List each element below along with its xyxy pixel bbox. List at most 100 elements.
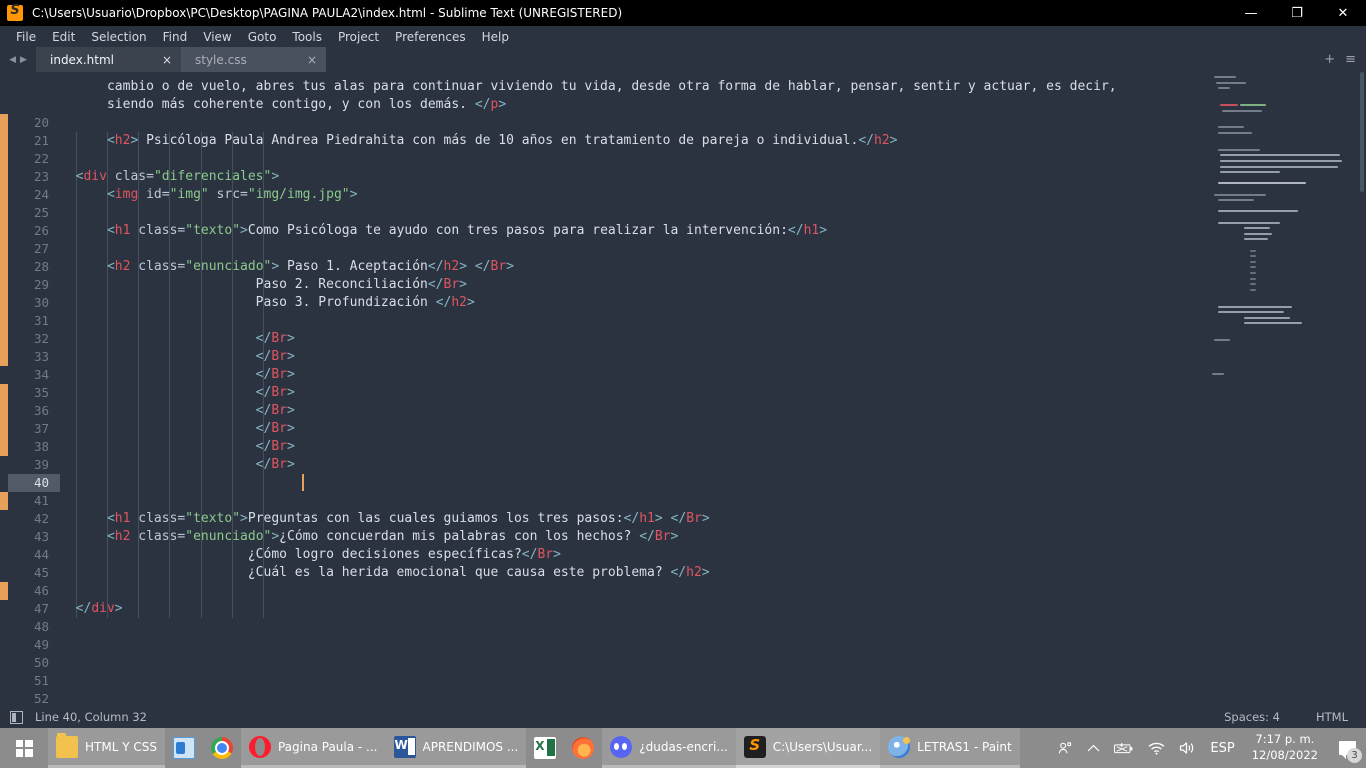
- code-line[interactable]: <h1 class="texto">Como Psicóloga te ayud…: [60, 222, 1210, 240]
- code-line[interactable]: [60, 672, 1210, 690]
- menu-item-view[interactable]: View: [195, 28, 239, 46]
- taskbar-item-folder[interactable]: HTML Y CSS: [48, 728, 165, 768]
- token-brk: </: [787, 223, 804, 238]
- code-line[interactable]: </div>: [60, 600, 1210, 618]
- code-line[interactable]: <h2 class="enunciado">¿Cómo concuerdan m…: [60, 528, 1210, 546]
- show-hidden-icons-chevron-icon[interactable]: [1080, 728, 1107, 768]
- modified-line-marker: [0, 348, 8, 366]
- code-text-area[interactable]: cambio o de vuelo, abres tus alas para c…: [60, 72, 1210, 706]
- minimap-scrollbar[interactable]: [1360, 72, 1364, 192]
- menu-item-selection[interactable]: Selection: [83, 28, 154, 46]
- token-brk: >: [553, 547, 561, 562]
- close-button[interactable]: ✕: [1320, 0, 1366, 26]
- taskbar-item-chrome[interactable]: [203, 728, 241, 768]
- code-line[interactable]: </Br>: [60, 438, 1210, 456]
- editor-tab-index-html[interactable]: index.html ×: [36, 47, 181, 72]
- token-tag: Br: [271, 421, 287, 436]
- taskbar-item-outlook[interactable]: [165, 728, 203, 768]
- notification-center-button[interactable]: 3: [1328, 728, 1366, 768]
- code-line[interactable]: [60, 582, 1210, 600]
- menu-item-help[interactable]: Help: [474, 28, 517, 46]
- code-line[interactable]: [60, 636, 1210, 654]
- taskbar-item-excel[interactable]: [526, 728, 564, 768]
- minimap-line: [1250, 255, 1256, 258]
- code-line[interactable]: <img id="img" src="img/img.jpg">: [60, 186, 1210, 204]
- code-line[interactable]: [60, 204, 1210, 222]
- windows-taskbar: HTML Y CSS Pagina Paula - ... APRENDIMOS .…: [0, 728, 1366, 768]
- code-line[interactable]: [60, 312, 1210, 330]
- minimap-line: [1244, 316, 1290, 319]
- code-line[interactable]: </Br>: [60, 366, 1210, 384]
- taskbar-item-firefox[interactable]: [564, 728, 602, 768]
- taskbar-item-discord[interactable]: ¿dudas-encri...: [602, 728, 736, 768]
- code-line[interactable]: </Br>: [60, 402, 1210, 420]
- start-button[interactable]: [0, 728, 48, 768]
- menu-item-find[interactable]: Find: [155, 28, 196, 46]
- volume-icon[interactable]: [1172, 728, 1203, 768]
- modified-line-marker: [0, 114, 8, 348]
- tab-close-icon[interactable]: ×: [304, 53, 320, 67]
- menu-item-project[interactable]: Project: [330, 28, 387, 46]
- taskbar-item-sublime[interactable]: C:\Users\Usuar...: [735, 728, 881, 768]
- code-line[interactable]: </Br>: [60, 420, 1210, 438]
- tab-next-icon[interactable]: ▶: [20, 55, 27, 65]
- token-brk: </: [858, 133, 874, 148]
- minimize-button[interactable]: —: [1228, 0, 1274, 26]
- notification-count-badge: 3: [1347, 748, 1362, 763]
- language-indicator[interactable]: ESP: [1203, 728, 1241, 768]
- code-line[interactable]: ¿Cuál es la herida emocional que causa e…: [60, 564, 1210, 582]
- menu-item-tools[interactable]: Tools: [284, 28, 330, 46]
- minimap-line: [1220, 171, 1280, 174]
- editor-tab-style-css[interactable]: style.css ×: [181, 47, 326, 72]
- code-line[interactable]: cambio o de vuelo, abres tus alas para c…: [60, 78, 1210, 96]
- meet-now-icon[interactable]: [1051, 728, 1080, 768]
- code-line[interactable]: </Br>: [60, 456, 1210, 474]
- code-line[interactable]: Paso 3. Profundización </h2>: [60, 294, 1210, 312]
- tab-close-icon[interactable]: ×: [159, 53, 175, 67]
- tab-scroll-arrows[interactable]: ◀ ▶: [0, 47, 36, 72]
- code-line[interactable]: <h2 class="enunciado"> Paso 1. Aceptació…: [60, 258, 1210, 276]
- token-tag: Br: [271, 331, 287, 346]
- tab-prev-icon[interactable]: ◀: [9, 55, 16, 65]
- code-line[interactable]: <h1 class="texto">Preguntas con las cual…: [60, 510, 1210, 528]
- code-line[interactable]: </Br>: [60, 330, 1210, 348]
- code-line[interactable]: ¿Cómo logro decisiones específicas?</Br>: [60, 546, 1210, 564]
- battery-icon[interactable]: [1107, 728, 1141, 768]
- code-line[interactable]: </Br>: [60, 384, 1210, 402]
- token-brk: >: [467, 295, 475, 310]
- menu-item-edit[interactable]: Edit: [44, 28, 83, 46]
- code-line[interactable]: </Br>: [60, 348, 1210, 366]
- token-tag: h2: [686, 565, 702, 580]
- code-line[interactable]: [60, 690, 1210, 706]
- code-line[interactable]: <h2> Psicóloga Paula Andrea Piedrahita c…: [60, 132, 1210, 150]
- minimap-line: [1220, 104, 1238, 106]
- code-line[interactable]: Paso 2. Reconciliación</Br>: [60, 276, 1210, 294]
- code-line[interactable]: [60, 474, 1210, 492]
- menu-item-preferences[interactable]: Preferences: [387, 28, 474, 46]
- indentation-setting[interactable]: Spaces: 4: [1206, 710, 1298, 724]
- line-number: 28: [33, 259, 49, 274]
- minimap[interactable]: [1210, 72, 1366, 706]
- menu-item-goto[interactable]: Goto: [240, 28, 285, 46]
- code-line[interactable]: siendo más coherente contigo, y con los …: [60, 96, 1210, 114]
- taskbar-item-paint[interactable]: LETRAS1 - Paint: [880, 728, 1020, 768]
- clock[interactable]: 7:17 p. m. 12/08/2022: [1242, 728, 1328, 768]
- code-line[interactable]: [60, 240, 1210, 258]
- syntax-mode[interactable]: HTML: [1298, 710, 1366, 724]
- menu-item-file[interactable]: File: [8, 28, 44, 46]
- taskbar-item-word[interactable]: APRENDIMOS ...: [385, 728, 527, 768]
- code-line[interactable]: [60, 618, 1210, 636]
- sidebar-toggle-icon[interactable]: [10, 710, 23, 724]
- code-line[interactable]: [60, 492, 1210, 510]
- maximize-button[interactable]: ❐: [1274, 0, 1320, 26]
- taskbar-item-opera[interactable]: Pagina Paula - ...: [240, 728, 386, 768]
- code-line[interactable]: [60, 150, 1210, 168]
- tab-menu-icon[interactable]: ≡: [1345, 52, 1356, 67]
- code-line[interactable]: <div clas="diferenciales">: [60, 168, 1210, 186]
- code-line[interactable]: [60, 654, 1210, 672]
- new-tab-icon[interactable]: +: [1324, 52, 1335, 67]
- code-line[interactable]: [60, 114, 1210, 132]
- wifi-icon[interactable]: [1141, 728, 1172, 768]
